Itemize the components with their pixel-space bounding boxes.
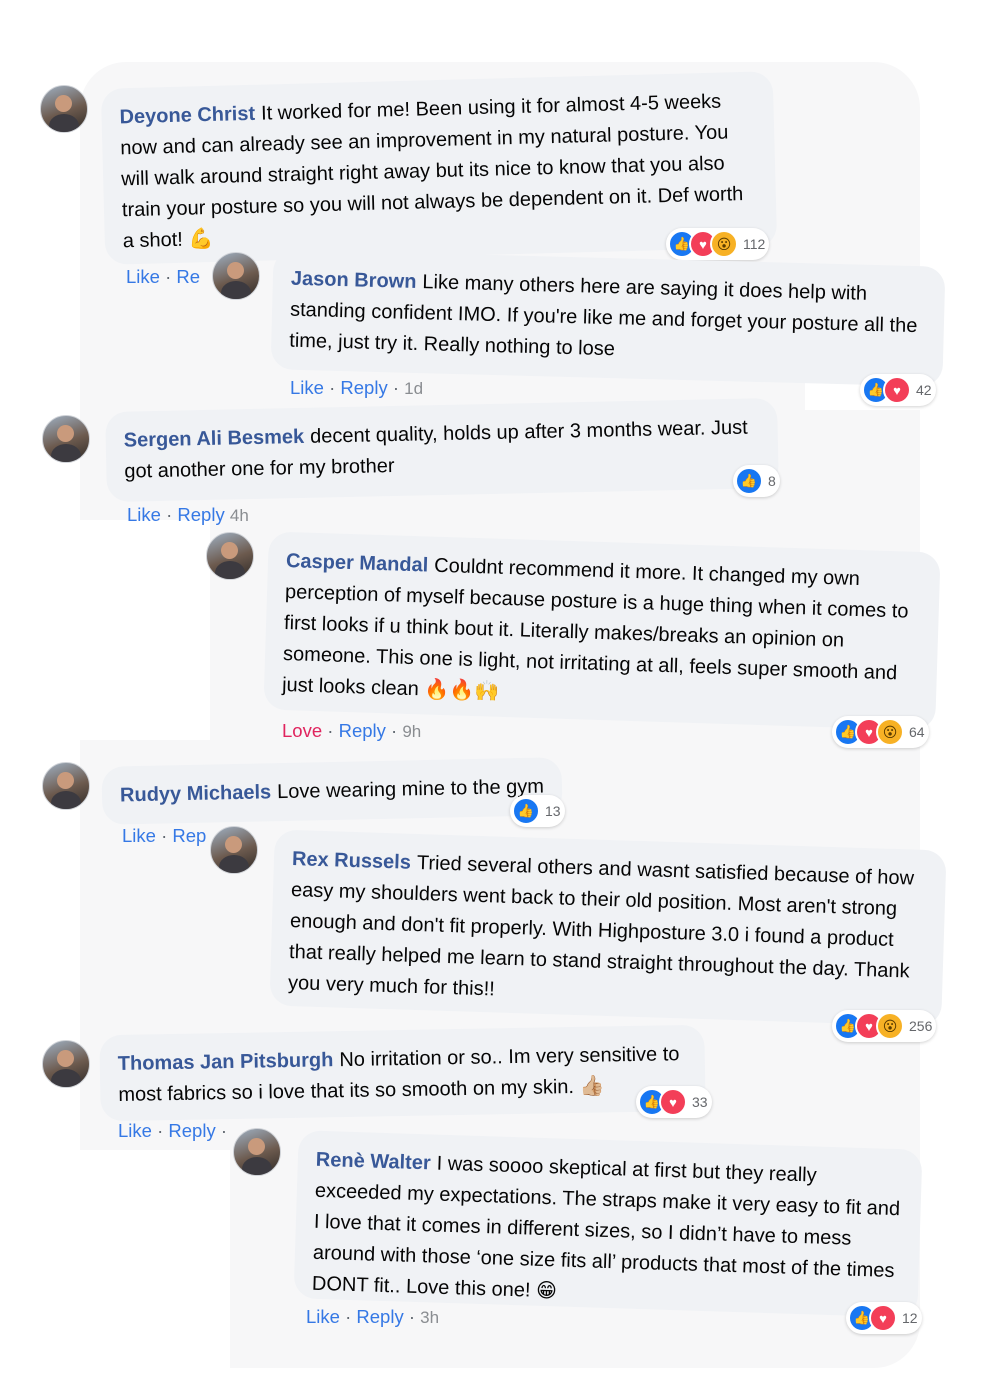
reply-button[interactable]: Re [176, 266, 200, 287]
like-button[interactable]: Like [122, 825, 156, 846]
reaction-summary[interactable]: 👍 ♥ 12 [846, 1302, 922, 1334]
reply-button[interactable]: Reply [168, 1120, 215, 1141]
wow-face-icon: 😮 [876, 718, 904, 746]
commenter-name[interactable]: Casper Mandal [286, 550, 429, 576]
reply-button[interactable]: Reply [356, 1306, 403, 1327]
layout-gap [80, 520, 210, 740]
reply-button[interactable]: Rep [172, 825, 206, 846]
reaction-summary[interactable]: 👍 ♥ 42 [860, 374, 936, 406]
avatar[interactable] [42, 415, 90, 463]
comment-actions: Like · Reply 4h [127, 504, 249, 525]
reaction-summary[interactable]: 👍 ♥ 😮 256 [832, 1010, 937, 1042]
commenter-name[interactable]: Renè Walter [316, 1149, 431, 1175]
avatar[interactable] [40, 85, 88, 133]
reaction-count: 12 [902, 1310, 918, 1326]
comment-bubble: Thomas Jan Pitsburgh No irritation or so.… [99, 1024, 706, 1122]
like-button[interactable]: Like [127, 504, 161, 525]
avatar[interactable] [42, 1040, 90, 1088]
comment-bubble: Jason Brown Like many others here are say… [270, 249, 946, 387]
reaction-summary[interactable]: 👍 8 [733, 465, 780, 497]
comment-actions: Like · Rep [122, 825, 207, 846]
like-button[interactable]: Like [126, 266, 160, 287]
reaction-count: 42 [916, 382, 932, 398]
comment-time: 3h [420, 1308, 440, 1327]
avatar[interactable] [210, 826, 258, 874]
comment-text: Love wearing mine to the gym [276, 775, 545, 804]
comment-actions: Like · Reply · [118, 1120, 228, 1141]
heart-icon: ♥ [869, 1304, 897, 1332]
comment-actions: Like · Re [126, 266, 201, 287]
reaction-summary[interactable]: 👍 ♥ 😮 64 [832, 716, 929, 748]
comment-bubble: Sergen Ali Besmek decent quality, holds u… [105, 397, 779, 503]
comment-bubble: Rudyy Michaels Love wearing mine to the g… [101, 757, 563, 825]
commenter-name[interactable]: Rudyy Michaels [120, 781, 272, 806]
comment-text: Tried several others and wasnt satisfied… [287, 851, 915, 1001]
layout-gap [80, 1150, 230, 1370]
comment-text: I was soooo skeptical at first but they … [311, 1152, 901, 1303]
wow-face-icon: 😮 [876, 1012, 904, 1040]
reaction-count: 33 [692, 1094, 708, 1110]
comment-time: 9h [402, 722, 422, 741]
love-button[interactable]: Love [282, 720, 322, 741]
comment-actions: Like · Reply · 3h [306, 1306, 440, 1327]
comment-time: 1d [404, 379, 424, 398]
comment-bubble: Rex Russels Tried several others and wasn… [269, 829, 947, 1027]
reaction-count: 64 [909, 724, 925, 740]
reaction-count: 112 [743, 236, 766, 252]
comment-text: Couldnt recommend it more. It changed my… [281, 554, 909, 703]
reply-button[interactable]: Reply [177, 504, 224, 525]
like-button[interactable]: Like [290, 377, 324, 398]
avatar[interactable] [42, 762, 90, 810]
commenter-name[interactable]: Sergen Ali Besmek [124, 426, 305, 452]
reaction-summary[interactable]: 👍 ♥ 😮 112 [666, 228, 770, 260]
heart-icon: ♥ [883, 376, 911, 404]
commenter-name[interactable]: Thomas Jan Pitsburgh [118, 1049, 334, 1075]
reaction-summary[interactable]: 👍 ♥ 33 [636, 1086, 712, 1118]
comment-actions: Like · Reply · 1d [290, 377, 424, 398]
reply-button[interactable]: Reply [339, 720, 386, 741]
avatar[interactable] [206, 532, 254, 580]
thumbs-up-icon: 👍 [735, 467, 763, 495]
thumbs-up-icon: 👍 [512, 797, 540, 825]
comment-time: 4h [229, 506, 249, 525]
commenter-name[interactable]: Rex Russels [292, 848, 412, 874]
like-button[interactable]: Like [306, 1306, 340, 1327]
comment-actions: Love · Reply · 9h [282, 720, 422, 741]
reply-button[interactable]: Reply [340, 377, 387, 398]
heart-icon: ♥ [659, 1088, 687, 1116]
like-button[interactable]: Like [118, 1120, 152, 1141]
comment-bubble: Casper Mandal Couldnt recommend it more. … [263, 531, 941, 731]
reaction-summary[interactable]: 👍 13 [510, 795, 565, 827]
avatar[interactable] [212, 252, 260, 300]
reaction-count: 8 [768, 473, 776, 489]
wow-face-icon: 😮 [710, 230, 738, 258]
commenter-name[interactable]: Jason Brown [291, 268, 417, 293]
avatar[interactable] [233, 1128, 281, 1176]
reaction-count: 13 [545, 803, 561, 819]
comment-bubble: Renè Walter I was soooo skeptical at firs… [293, 1130, 923, 1318]
commenter-name[interactable]: Deyone Christ [119, 103, 255, 129]
reaction-count: 256 [909, 1018, 933, 1034]
